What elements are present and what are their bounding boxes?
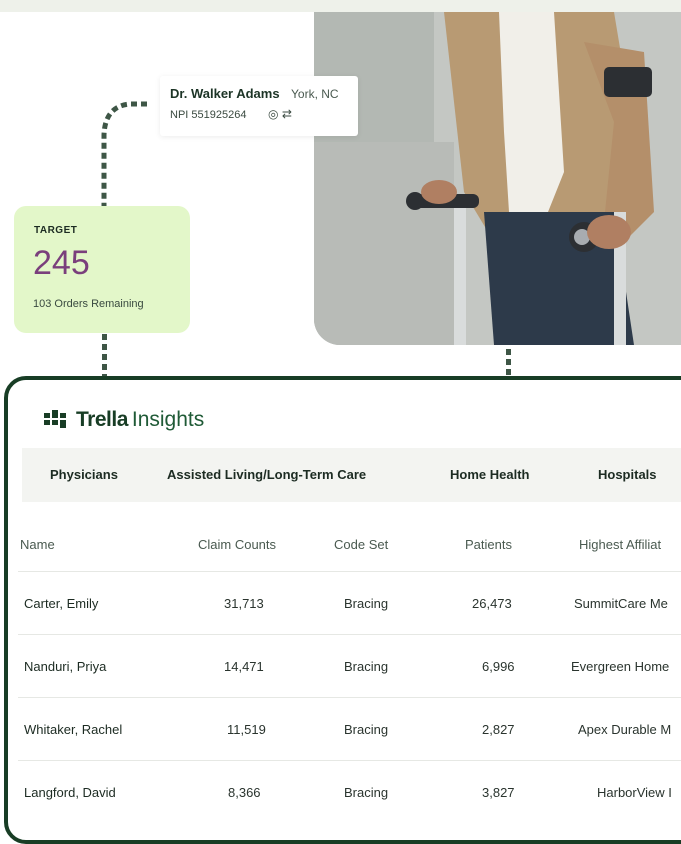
repeat-icon[interactable]: ⇄ (282, 107, 292, 121)
header-code-set[interactable]: Code Set (334, 537, 388, 552)
cell-affiliate: Apex Durable M (578, 722, 672, 737)
doctor-npi: NPI 551925264 (170, 109, 247, 121)
target-label: TARGET (34, 225, 78, 236)
cell-name: Nanduri, Priya (24, 659, 107, 674)
doctor-name: Dr. Walker Adams (170, 86, 280, 101)
target-value: 245 (33, 244, 90, 282)
cell-patients: 3,827 (482, 785, 515, 800)
header-highest-affiliate[interactable]: Highest Affiliat (579, 537, 661, 552)
tab-physicians[interactable]: Physicians (50, 467, 118, 482)
cell-name: Whitaker, Rachel (24, 722, 123, 737)
hero-photo (314, 12, 681, 345)
cell-affiliate: SummitCare Me (574, 596, 668, 611)
connector-photo-panel (506, 349, 511, 376)
top-band (0, 0, 681, 12)
connector-target-panel (102, 334, 107, 376)
cell-patients: 26,473 (472, 596, 512, 611)
brand-product: Insights (131, 408, 205, 431)
target-icon[interactable]: ◎ (268, 107, 278, 121)
cell-affiliate: HarborView I (597, 785, 672, 800)
doctor-location: York, NC (291, 87, 339, 101)
target-card: TARGET 245 103 Orders Remaining (14, 206, 190, 333)
doctor-card[interactable]: Dr. Walker Adams York, NC NPI 551925264 … (160, 76, 358, 136)
category-tabs: Physicians Assisted Living/Long-Term Car… (22, 448, 681, 502)
insights-panel: Trella Insights Physicians Assisted Livi… (4, 376, 681, 844)
table-row[interactable]: Langford, David 8,366 Bracing 3,827 Harb… (18, 760, 681, 824)
brand: Trella Insights (44, 408, 204, 432)
header-claim-counts[interactable]: Claim Counts (198, 537, 276, 552)
tab-hospitals[interactable]: Hospitals (598, 467, 657, 482)
header-patients[interactable]: Patients (465, 537, 512, 552)
tab-assisted-living[interactable]: Assisted Living/Long-Term Care (167, 467, 366, 482)
table-row[interactable]: Carter, Emily 31,713 Bracing 26,473 Summ… (18, 571, 681, 635)
cell-name: Carter, Emily (24, 596, 99, 611)
table-row[interactable]: Whitaker, Rachel 11,519 Bracing 2,827 Ap… (18, 697, 681, 761)
cell-patients: 2,827 (482, 722, 515, 737)
cell-claims: 14,471 (224, 659, 264, 674)
cell-claims: 11,519 (227, 722, 266, 737)
cell-claims: 8,366 (228, 785, 261, 800)
orders-remaining: 103 Orders Remaining (33, 298, 144, 310)
brand-name: Trella (76, 408, 128, 431)
cell-code-set: Bracing (344, 785, 389, 800)
table-row[interactable]: Nanduri, Priya 14,471 Bracing 6,996 Ever… (18, 634, 681, 698)
connector-top (101, 101, 147, 210)
cell-patients: 6,996 (482, 659, 515, 674)
tab-home-health[interactable]: Home Health (450, 467, 529, 482)
cell-name: Langford, David (24, 785, 116, 800)
header-name[interactable]: Name (20, 537, 55, 552)
cell-affiliate: Evergreen Home (571, 659, 670, 674)
cell-code-set: Bracing (344, 596, 389, 611)
cell-claims: 31,713 (224, 596, 264, 611)
trella-logo-icon (44, 410, 66, 428)
cell-code-set: Bracing (344, 659, 389, 674)
cell-code-set: Bracing (344, 722, 389, 737)
